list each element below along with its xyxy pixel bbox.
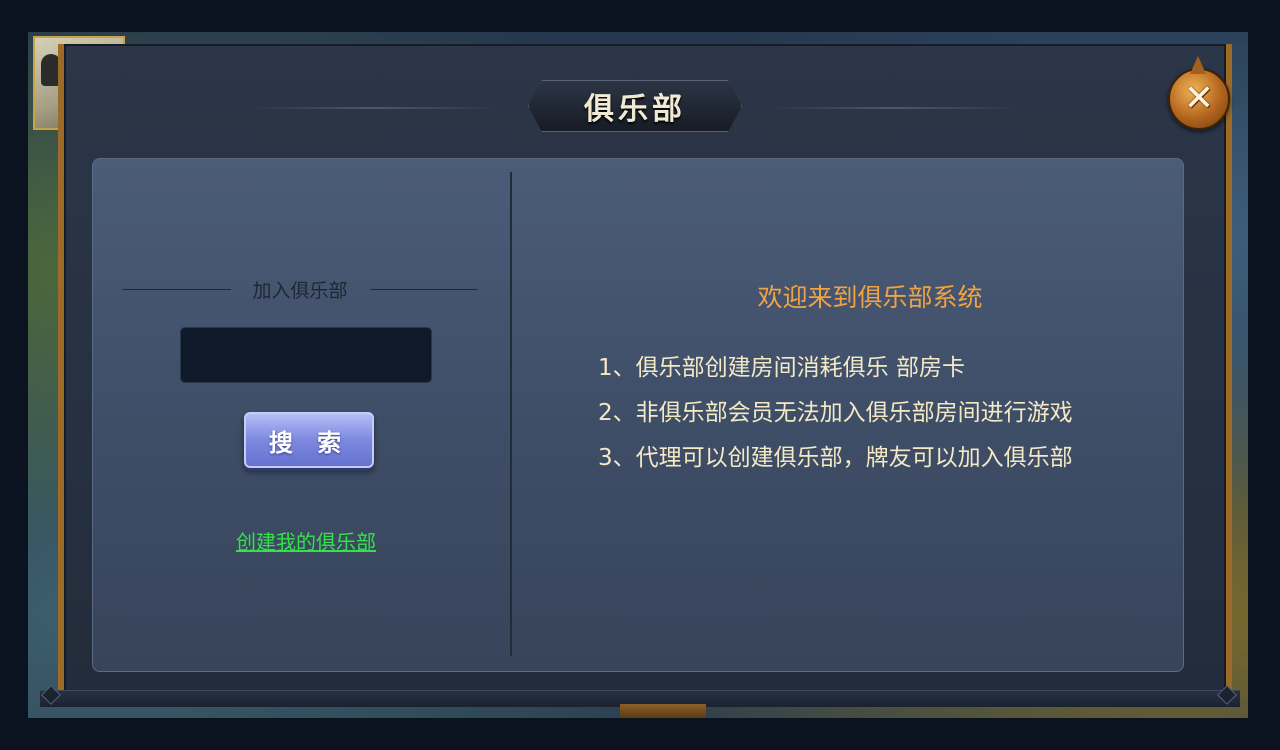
header-rule-right (369, 288, 479, 290)
title-rule-left (250, 107, 500, 109)
rule-item: 3、代理可以创建俱乐部，牌友可以加入俱乐部 (598, 445, 1073, 471)
search-button-label: 搜 索 (268, 428, 350, 457)
bottom-tab (620, 704, 706, 718)
join-club-header: 加入俱乐部 (122, 276, 479, 302)
title-rule-right (770, 107, 1020, 109)
dialog-title: 俱乐部 (584, 92, 686, 127)
join-club-label: 加入俱乐部 (252, 279, 348, 302)
club-rules-list: 1、俱乐部创建房间消耗俱乐 部房卡 2、非俱乐部会员无法加入俱乐部房间进行游戏 … (598, 346, 1178, 481)
search-button[interactable]: 搜 索 (244, 412, 374, 468)
create-club-link[interactable]: 创建我的俱乐部 (180, 526, 432, 555)
welcome-heading: 欢迎来到俱乐部系统 (757, 283, 983, 312)
panel-divider (510, 172, 512, 656)
rule-item: 1、俱乐部创建房间消耗俱乐 部房卡 (598, 355, 965, 381)
header-rule-left (122, 288, 231, 290)
title-plate: 俱乐部 (528, 80, 742, 132)
close-icon: ✕ (1183, 78, 1215, 119)
rule-item: 2、非俱乐部会员无法加入俱乐部房间进行游戏 (598, 400, 1073, 426)
game-screen: 俱乐部 ✕ 加入俱乐部 搜 索 创建我的俱乐部 欢迎来到俱乐部系统 1、俱乐部创… (0, 0, 1280, 750)
club-id-input[interactable] (180, 327, 432, 383)
close-button[interactable]: ✕ (1168, 56, 1230, 130)
